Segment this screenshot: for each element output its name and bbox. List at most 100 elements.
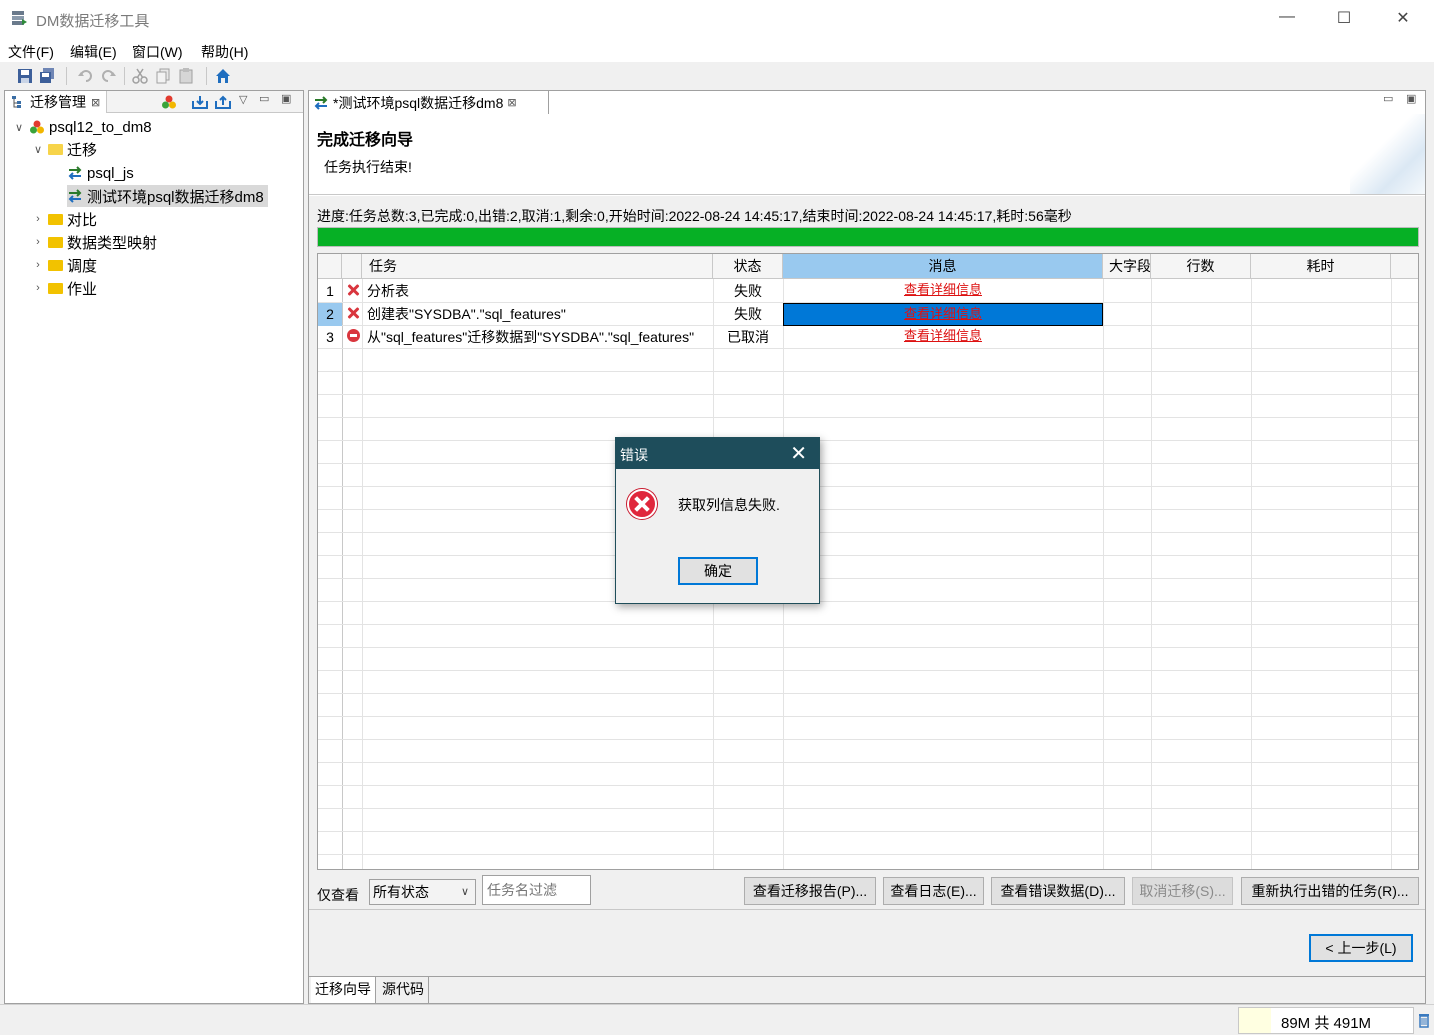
grid-line [318,716,1418,717]
status-filter-select[interactable]: 所有状态 ∨ [369,879,476,905]
paste-icon[interactable] [178,68,194,84]
tree-item-migration[interactable]: psql_js [67,162,134,184]
task-name[interactable]: 分析表 [367,280,711,303]
view-report-button[interactable]: 查看迁移报告(P)... [744,877,876,905]
filter-bar: 仅查看 所有状态 ∨ 查看迁移报告(P)... 查看日志(E)... 查看错误数… [309,875,1425,909]
project-icon [30,120,44,134]
column-header-lob[interactable]: 大字段 [1103,254,1151,279]
menu-help[interactable]: 帮助(H) [201,42,248,62]
error-icon [627,489,657,519]
tree-item-compare[interactable]: › 对比 [32,208,97,230]
tree-item-label: 对比 [67,211,98,229]
task-name[interactable]: 从"sql_features"迁移数据到"SYSDBA"."sql_featur… [367,326,712,349]
chevron-down-icon[interactable]: ∨ [32,143,44,156]
tree-item-project[interactable]: ∨ psql12_to_dm8 [13,116,152,138]
minimize-button[interactable]: — [1272,8,1302,30]
chevron-right-icon[interactable]: › [32,213,44,225]
task-name-filter-input[interactable] [482,875,591,905]
folder-icon [48,236,63,248]
tree-item-label: psql12_to_dm8 [49,118,152,136]
column-header-time[interactable]: 耗时 [1251,254,1391,279]
view-error-data-button[interactable]: 查看错误数据(D)... [991,877,1125,905]
maximize-editor-icon[interactable]: ▣ [1406,92,1416,105]
grid-line [318,739,1418,740]
filter-label: 仅查看 [317,887,359,903]
column-header-status[interactable]: 状态 [713,254,783,279]
ok-button[interactable]: 确定 [678,557,758,585]
header-decoration [1350,114,1425,194]
tree-item-jobs[interactable]: › 作业 [32,277,97,299]
view-details-link[interactable]: 查看详细信息 [783,280,1103,303]
task-name[interactable]: 创建表"SYSDBA"."sql_features" [367,303,711,326]
minimize-editor-icon[interactable]: ▭ [1383,92,1393,105]
view-details-link-selected[interactable]: 查看详细信息 [783,303,1103,326]
home-icon[interactable] [215,68,231,84]
grid-line [318,808,1418,809]
dialog-close-icon[interactable]: ✕ [790,441,807,466]
tab-source-code[interactable]: 源代码 [378,977,429,1003]
redo-icon[interactable] [100,68,116,84]
grid-line [318,785,1418,786]
column-header-rows[interactable]: 行数 [1151,254,1251,279]
close-tab-icon[interactable]: ⊠ [507,96,516,109]
chevron-down-icon[interactable]: ∨ [13,121,25,134]
toolbar [0,62,1434,90]
undo-icon[interactable] [78,68,94,84]
row-number[interactable]: 3 [318,326,342,349]
tree-item-label: 调度 [67,257,98,275]
chevron-right-icon[interactable]: › [32,236,44,248]
import-icon[interactable] [192,95,208,109]
close-button[interactable]: ✕ [1388,8,1418,30]
export-icon[interactable] [215,95,231,109]
row-number[interactable]: 2 [318,303,342,326]
chevron-right-icon[interactable]: › [32,282,44,294]
copy-icon[interactable] [155,68,171,84]
cut-icon[interactable] [132,68,148,84]
tree-item-migration-selected[interactable]: 测试环境psql数据迁移dm8 [67,185,268,207]
rerun-failed-tasks-button[interactable]: 重新执行出错的任务(R)... [1241,877,1419,905]
error-x-icon [347,284,359,296]
grid-line [1251,254,1252,869]
save-icon[interactable] [17,68,33,84]
column-header-message[interactable]: 消息 [783,254,1103,279]
maximize-panel-icon[interactable]: ▣ [281,92,291,105]
previous-step-button[interactable]: < 上一步(L) [1309,934,1413,962]
memory-usage-fill [1239,1008,1271,1033]
migration-management-panel: 迁移管理 ⊠ ▽ ▭ ▣ ∨ psql12_to_dm8 ∨ 迁移 psql_j… [4,90,304,1004]
grid-line [318,670,1418,671]
toolbar-separator [206,67,207,85]
menu-window[interactable]: 窗口(W) [132,42,183,62]
maximize-button[interactable]: ☐ [1329,8,1359,30]
tree-item-type-mapping[interactable]: › 数据类型映射 [32,231,157,253]
cancel-migration-button[interactable]: 取消迁移(S)... [1132,877,1233,905]
tree-item-label: 作业 [67,280,98,298]
menu-edit[interactable]: 编辑(E) [70,42,117,62]
menu-bar: 文件(F) 编辑(E) 窗口(W) 帮助(H) [0,38,1434,62]
minimize-panel-icon[interactable]: ▭ [259,92,269,105]
save-all-icon[interactable] [39,68,55,84]
grid-line [318,555,1418,556]
grid-line [318,601,1418,602]
column-header-task[interactable]: 任务 [362,254,713,279]
tab-migration-management[interactable]: 迁移管理 ⊠ [5,91,108,113]
close-tab-icon[interactable]: ⊠ [91,96,100,109]
title-bar: DM数据迁移工具 — ☐ ✕ [0,0,1434,38]
row-number[interactable]: 1 [318,280,342,303]
view-log-button[interactable]: 查看日志(E)... [883,877,984,905]
view-details-link[interactable]: 查看详细信息 [783,326,1103,349]
migration-arrows-icon [68,189,82,203]
folder-icon [48,259,63,271]
project-icon[interactable] [161,94,177,110]
dialog-message: 获取列信息失败. [678,497,780,513]
trash-gc-icon[interactable] [1418,1012,1430,1028]
view-menu-chevron-icon[interactable]: ▽ [239,93,247,106]
tab-migration-wizard[interactable]: 迁移向导 [311,977,376,1003]
row-number-header [318,254,342,279]
tree-item-schedule[interactable]: › 调度 [32,254,97,276]
tab-migration-editor[interactable]: *测试环境psql数据迁移dm8 ⊠ [309,91,549,114]
memory-indicator[interactable]: 89M 共 491M [1238,1007,1414,1034]
task-status: 失败 [734,283,762,299]
chevron-right-icon[interactable]: › [32,259,44,271]
menu-file[interactable]: 文件(F) [8,42,54,62]
tree-item-migration-folder[interactable]: ∨ 迁移 [32,138,97,160]
